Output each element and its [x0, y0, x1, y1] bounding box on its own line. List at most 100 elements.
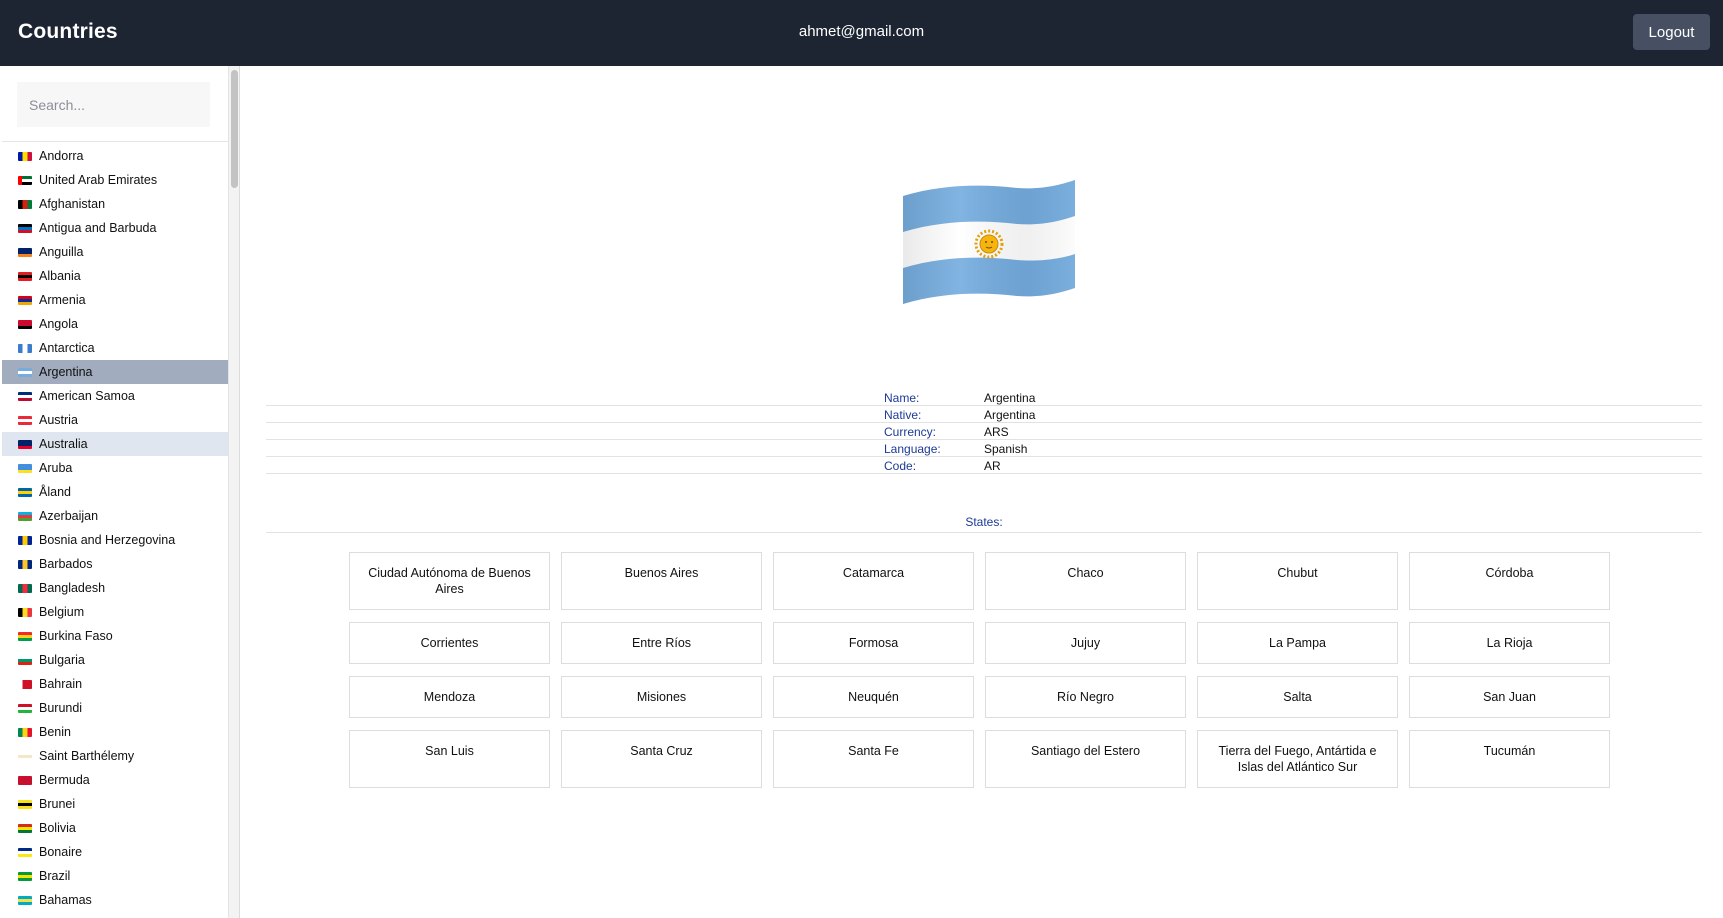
sidebar-item-saint-barthelemy[interactable]: Saint Barthélemy	[2, 744, 228, 768]
afghanistan-flag-icon	[18, 199, 32, 209]
logout-button[interactable]: Logout	[1633, 14, 1710, 50]
state-card-catamarca[interactable]: Catamarca	[773, 552, 974, 610]
sidebar-item-angola[interactable]: Angola	[2, 312, 228, 336]
state-card-mendoza[interactable]: Mendoza	[349, 676, 550, 718]
sidebar-item-label: Brazil	[39, 869, 71, 883]
state-card-la-pampa[interactable]: La Pampa	[1197, 622, 1398, 664]
state-card-santa-cruz[interactable]: Santa Cruz	[561, 730, 762, 788]
state-card-tucuman[interactable]: Tucumán	[1409, 730, 1610, 788]
state-card-corrientes[interactable]: Corrientes	[349, 622, 550, 664]
sidebar-item-bolivia[interactable]: Bolivia	[2, 816, 228, 840]
sidebar-item-bahamas[interactable]: Bahamas	[2, 888, 228, 912]
state-card-salta[interactable]: Salta	[1197, 676, 1398, 718]
sidebar-item-austria[interactable]: Austria	[2, 408, 228, 432]
sidebar-item-american-samoa[interactable]: American Samoa	[2, 384, 228, 408]
bolivia-flag-icon	[18, 823, 32, 833]
sidebar-item-australia[interactable]: Australia	[2, 432, 228, 456]
detail-label: Language:	[884, 442, 941, 456]
state-card-cordoba[interactable]: Córdoba	[1409, 552, 1610, 610]
state-card-neuquen[interactable]: Neuquén	[773, 676, 974, 718]
sidebar-item-brunei[interactable]: Brunei	[2, 792, 228, 816]
azerbaijan-flag-icon	[18, 511, 32, 521]
top-header: Countries ahmet@gmail.com Logout	[0, 0, 1723, 66]
sidebar-item-aland[interactable]: Åland	[2, 480, 228, 504]
burundi-flag-icon	[18, 703, 32, 713]
state-card-rio-negro[interactable]: Río Negro	[985, 676, 1186, 718]
bahamas-flag-icon	[18, 895, 32, 905]
sidebar-item-label: Belgium	[39, 605, 85, 619]
user-email: ahmet@gmail.com	[798, 23, 925, 40]
sidebar-item-burkina-faso[interactable]: Burkina Faso	[2, 624, 228, 648]
search-area	[2, 66, 228, 142]
sidebar-item-bangladesh[interactable]: Bangladesh	[2, 576, 228, 600]
sidebar-item-argentina[interactable]: Argentina	[2, 360, 228, 384]
united-arab-emirates-flag-icon	[18, 175, 32, 185]
sidebar-item-afghanistan[interactable]: Afghanistan	[2, 192, 228, 216]
detail-row: Native: Argentina	[266, 406, 1702, 423]
sidebar-item-barbados[interactable]: Barbados	[2, 552, 228, 576]
sidebar-item-belgium[interactable]: Belgium	[2, 600, 228, 624]
state-card-misiones[interactable]: Misiones	[561, 676, 762, 718]
state-card-san-juan[interactable]: San Juan	[1409, 676, 1610, 718]
states-header: States:	[266, 513, 1702, 533]
sidebar-item-aruba[interactable]: Aruba	[2, 456, 228, 480]
sidebar-item-benin[interactable]: Benin	[2, 720, 228, 744]
sidebar-item-united-arab-emirates[interactable]: United Arab Emirates	[2, 168, 228, 192]
sidebar-item-anguilla[interactable]: Anguilla	[2, 240, 228, 264]
detail-row: Name: Argentina	[266, 389, 1702, 406]
state-card-santa-fe[interactable]: Santa Fe	[773, 730, 974, 788]
state-card-jujuy[interactable]: Jujuy	[985, 622, 1186, 664]
sidebar-item-label: Burundi	[39, 701, 83, 715]
sidebar-item-antigua-and-barbuda[interactable]: Antigua and Barbuda	[2, 216, 228, 240]
state-card-tierra-del-fuego-antartida-e-islas-del-atlantico-sur[interactable]: Tierra del Fuego, Antártida e Islas del …	[1197, 730, 1398, 788]
sidebar-scrollbar[interactable]	[228, 66, 239, 918]
sidebar-item-label: Albania	[39, 269, 81, 283]
detail-value: AR	[984, 459, 1001, 473]
sidebar-item-label: Bosnia and Herzegovina	[39, 533, 176, 547]
sidebar-item-bermuda[interactable]: Bermuda	[2, 768, 228, 792]
state-card-chubut[interactable]: Chubut	[1197, 552, 1398, 610]
sidebar-item-bosnia-and-herzegovina[interactable]: Bosnia and Herzegovina	[2, 528, 228, 552]
sidebar-item-azerbaijan[interactable]: Azerbaijan	[2, 504, 228, 528]
country-sidebar: Andorra United Arab Emirates Afghanistan An…	[2, 66, 240, 918]
sidebar-item-brazil[interactable]: Brazil	[2, 864, 228, 888]
sidebar-item-label: Andorra	[39, 149, 84, 163]
state-card-entre-rios[interactable]: Entre Ríos	[561, 622, 762, 664]
sidebar-item-bonaire[interactable]: Bonaire	[2, 840, 228, 864]
bangladesh-flag-icon	[18, 583, 32, 593]
sidebar-item-label: Anguilla	[39, 245, 84, 259]
state-card-santiago-del-estero[interactable]: Santiago del Estero	[985, 730, 1186, 788]
state-card-ciudad-autonoma-de-buenos-aires[interactable]: Ciudad Autónoma de Buenos Aires	[349, 552, 550, 610]
sidebar-item-antarctica[interactable]: Antarctica	[2, 336, 228, 360]
state-card-chaco[interactable]: Chaco	[985, 552, 1186, 610]
bermuda-flag-icon	[18, 775, 32, 785]
argentina-flag-image	[903, 180, 1075, 304]
sidebar-item-label: Antarctica	[39, 341, 95, 355]
sidebar-item-albania[interactable]: Albania	[2, 264, 228, 288]
search-input[interactable]	[17, 82, 210, 127]
detail-label: Native:	[884, 408, 922, 422]
austria-flag-icon	[18, 415, 32, 425]
state-card-san-luis[interactable]: San Luis	[349, 730, 550, 788]
brazil-flag-icon	[18, 871, 32, 881]
sidebar-item-bulgaria[interactable]: Bulgaria	[2, 648, 228, 672]
state-card-la-rioja[interactable]: La Rioja	[1409, 622, 1610, 664]
detail-row: Currency: ARS	[266, 423, 1702, 440]
sidebar-item-label: Austria	[39, 413, 78, 427]
detail-value: Argentina	[984, 408, 1036, 422]
sidebar-item-label: American Samoa	[39, 389, 135, 403]
sidebar-scrollbar-thumb[interactable]	[231, 70, 238, 188]
sidebar-item-label: Azerbaijan	[39, 509, 99, 523]
anguilla-flag-icon	[18, 247, 32, 257]
sidebar-item-andorra[interactable]: Andorra	[2, 144, 228, 168]
sidebar-item-label: Bolivia	[39, 821, 76, 835]
state-card-buenos-aires[interactable]: Buenos Aires	[561, 552, 762, 610]
sidebar-item-bahrain[interactable]: Bahrain	[2, 672, 228, 696]
sidebar-item-label: Bahrain	[39, 677, 83, 691]
sidebar-item-label: Antigua and Barbuda	[39, 221, 157, 235]
bonaire-flag-icon	[18, 847, 32, 857]
sidebar-item-armenia[interactable]: Armenia	[2, 288, 228, 312]
sidebar-item-burundi[interactable]: Burundi	[2, 696, 228, 720]
sidebar-item-label: Australia	[39, 437, 88, 451]
state-card-formosa[interactable]: Formosa	[773, 622, 974, 664]
